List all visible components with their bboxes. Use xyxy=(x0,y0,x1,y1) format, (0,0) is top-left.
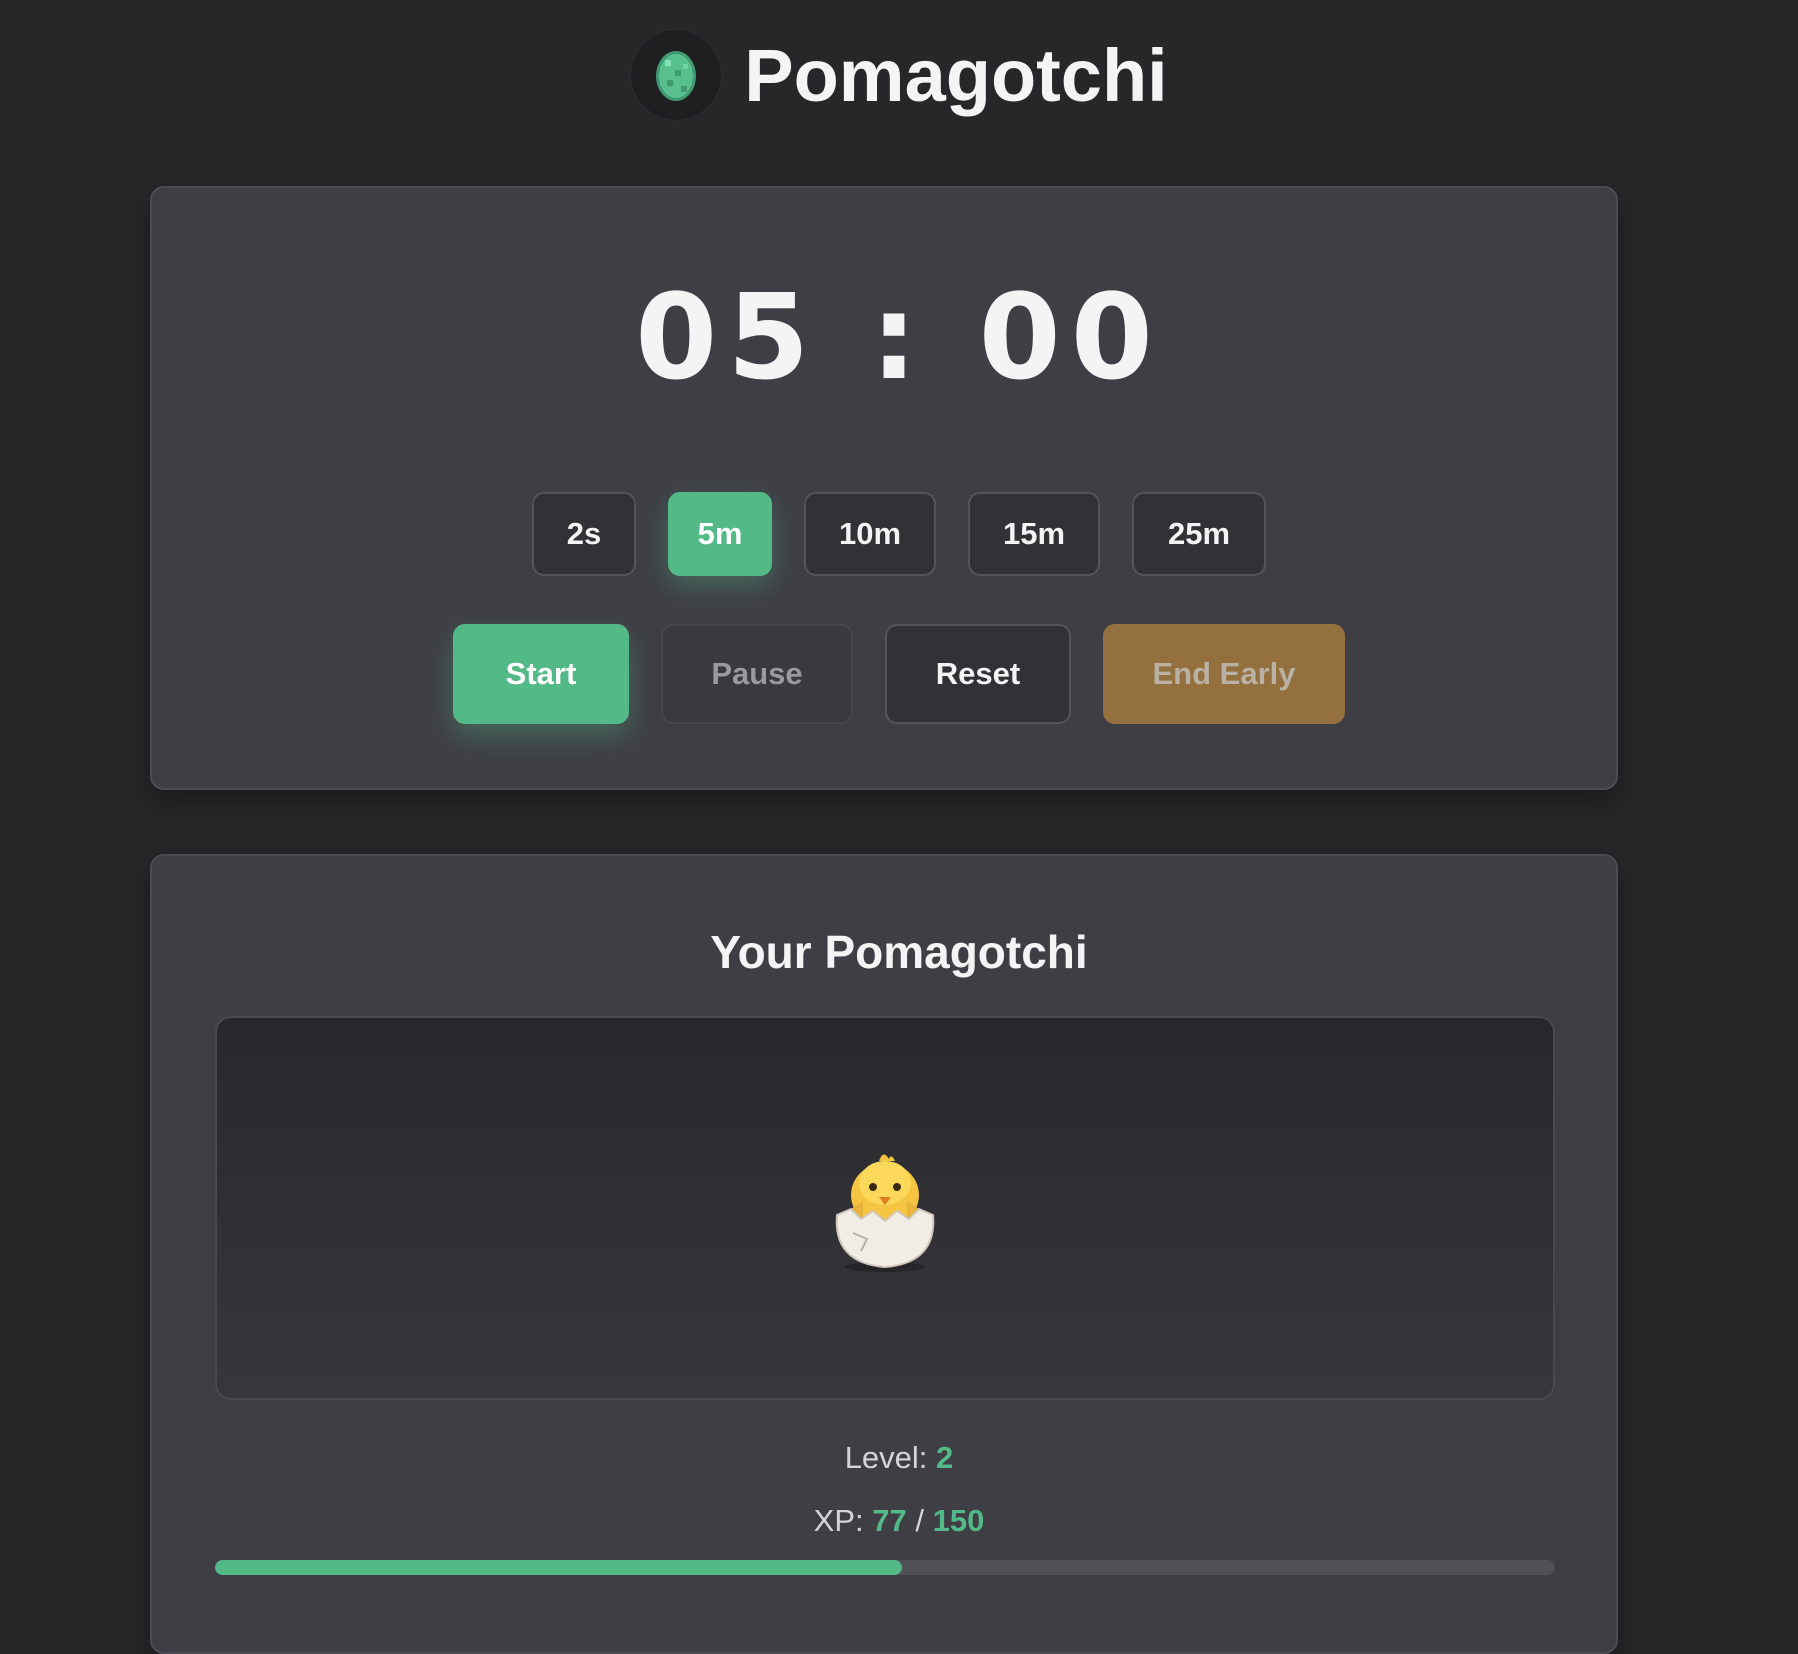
preset-15m-button[interactable]: 15m xyxy=(968,492,1100,576)
level-label: Level: xyxy=(844,1440,928,1475)
start-button[interactable]: Start xyxy=(453,624,629,724)
timer-controls: Start Pause Reset End Early xyxy=(0,624,1798,724)
xp-progress-bar xyxy=(215,1560,1555,1575)
preset-10m-button[interactable]: 10m xyxy=(804,492,936,576)
xp-max: 150 xyxy=(932,1503,985,1538)
xp-current: 77 xyxy=(872,1503,907,1538)
duration-presets: 2s 5m 10m 15m 25m xyxy=(0,492,1798,576)
xp-label: XP: xyxy=(813,1503,864,1538)
preset-25m-button[interactable]: 25m xyxy=(1132,492,1266,576)
xp-progress-fill xyxy=(215,1560,903,1575)
preset-5m-button[interactable]: 5m xyxy=(668,492,772,576)
level-value: 2 xyxy=(936,1440,954,1475)
end-early-button[interactable]: End Early xyxy=(1103,624,1345,724)
timer-display: 05 : 00 xyxy=(635,268,1163,406)
xp-separator: / xyxy=(915,1503,924,1538)
app-title: Pomagotchi xyxy=(744,33,1168,117)
reset-button[interactable]: Reset xyxy=(885,624,1071,724)
level-line: Level: 2 xyxy=(0,1440,1798,1476)
pause-button[interactable]: Pause xyxy=(661,624,853,724)
green-egg-icon xyxy=(630,29,723,121)
pet-section-title: Your Pomagotchi xyxy=(710,926,1088,978)
app-header: Pomagotchi xyxy=(0,20,1798,130)
xp-line: XP: 77 / 150 xyxy=(0,1503,1798,1539)
pet-stage xyxy=(215,1016,1555,1400)
preset-2s-button[interactable]: 2s xyxy=(532,492,636,576)
hatching-chick-icon xyxy=(835,1154,935,1272)
